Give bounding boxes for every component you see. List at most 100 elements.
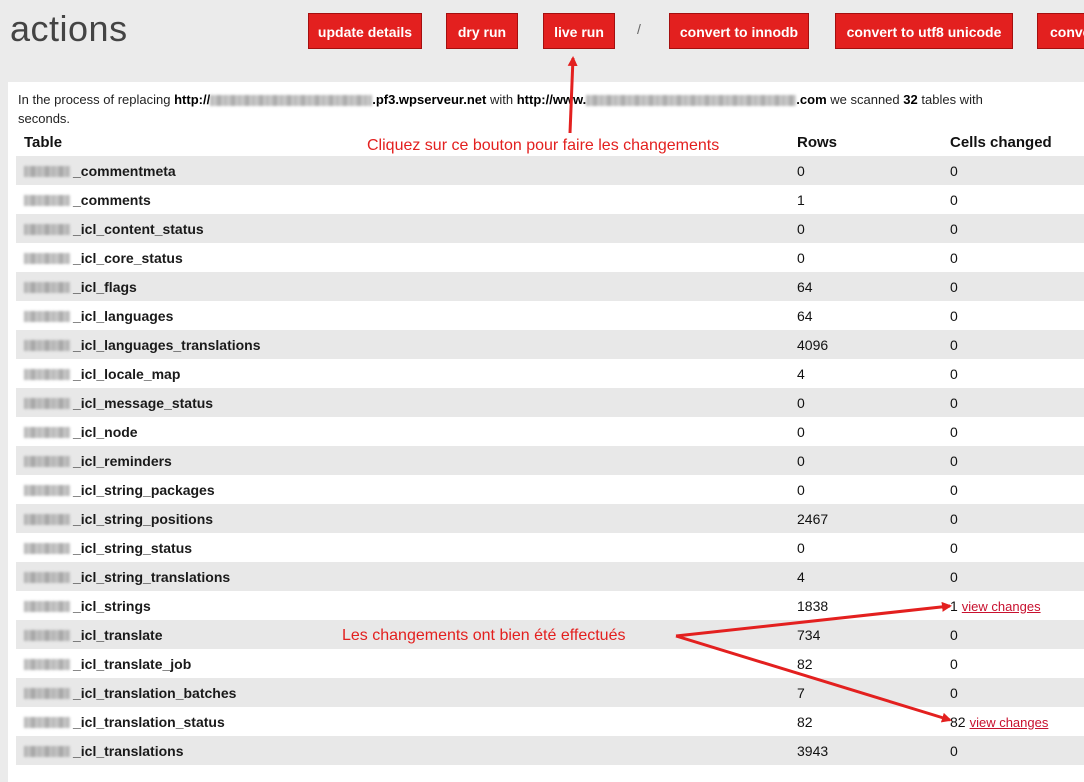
convert-innodb-button[interactable]: convert to innodb <box>669 13 809 49</box>
cells-changed-cell: 82 view changes <box>950 713 1049 730</box>
cells-changed-cell: 0 <box>950 423 958 440</box>
rows-cell: 4 <box>797 365 805 382</box>
rows-cell: 64 <box>789 272 942 301</box>
redacted-prefix <box>24 311 70 323</box>
rows-cell: 3943 <box>789 736 942 765</box>
table-row: _icl_locale_map 4 0 <box>16 359 1084 388</box>
cells-changed-cell: 0 <box>942 272 1084 301</box>
table-name-cell: _icl_string_translations <box>16 562 789 591</box>
rows-cell: 0 <box>797 539 805 556</box>
rows-cell: 0 <box>789 214 942 243</box>
rows-cell: 2467 <box>789 504 942 533</box>
redacted-to-url <box>586 95 797 107</box>
cells-changed-cell: 0 <box>942 562 1084 591</box>
live-run-button[interactable]: live run <box>543 13 615 49</box>
rows-cell: 734 <box>789 620 942 649</box>
table-name-cell: _icl_strings <box>16 591 789 620</box>
results-panel: In the process of replacing http://.pf3.… <box>8 82 1084 782</box>
table-row: _icl_flags 64 0 <box>16 272 1084 301</box>
redacted-prefix <box>24 398 70 410</box>
cells-changed-cell: 0 <box>942 214 1084 243</box>
table-name-cell: _icl_reminders <box>16 446 789 475</box>
table-name-cell: _icl_string_positions <box>16 504 789 533</box>
cells-changed-cell: 0 <box>950 481 958 498</box>
table-name-cell: _commentmeta <box>16 156 789 185</box>
rows-cell: 1 <box>797 191 805 208</box>
table-row: _icl_languages 64 0 <box>16 301 1084 330</box>
redacted-prefix <box>24 224 70 236</box>
cells-changed-cell: 0 <box>950 539 958 556</box>
table-row: _icl_core_status 0 0 <box>16 243 1084 272</box>
cells-changed-cell: 0 <box>950 365 958 382</box>
table-name-cell: _icl_translation_status <box>16 707 789 736</box>
results-table: Table Rows Cells changed _commentmeta 0 0 _… <box>16 128 1084 765</box>
table-name-cell: _icl_string_packages <box>16 475 789 504</box>
redacted-prefix <box>24 601 70 613</box>
table-row: _icl_content_status 0 0 <box>16 214 1084 243</box>
table-row: _icl_node 0 0 <box>16 417 1084 446</box>
redacted-prefix <box>24 717 70 729</box>
table-name-cell: _icl_message_status <box>16 388 789 417</box>
cells-changed-cell: 0 <box>942 388 1084 417</box>
table-name-cell: _icl_flags <box>16 272 789 301</box>
table-row: _comments 1 0 <box>16 185 1084 214</box>
cells-changed-cell: 0 <box>942 736 1084 765</box>
cells-changed-cell: 0 <box>942 446 1084 475</box>
rows-cell: 4096 <box>789 330 942 359</box>
table-name-cell: _icl_locale_map <box>16 359 789 388</box>
redacted-prefix <box>24 630 70 642</box>
rows-cell: 4 <box>789 562 942 591</box>
table-row: _icl_string_packages 0 0 <box>16 475 1084 504</box>
cells-changed-cell: 0 <box>942 330 1084 359</box>
view-changes-link[interactable]: view changes <box>970 715 1049 730</box>
cells-changed-cell: 0 <box>942 678 1084 707</box>
table-name-cell: _icl_translate_job <box>16 649 789 678</box>
table-name-cell: _icl_translations <box>16 736 789 765</box>
cells-changed-cell: 0 <box>942 156 1084 185</box>
redacted-prefix <box>24 572 70 584</box>
rows-cell: 82 <box>797 713 813 730</box>
redacted-prefix <box>24 282 70 294</box>
redacted-from-url <box>210 95 373 107</box>
table-name-cell: _icl_languages <box>16 301 789 330</box>
convert-button-truncated[interactable]: conve <box>1037 13 1084 49</box>
cells-changed-cell: 0 <box>950 655 958 672</box>
update-details-button[interactable]: update details <box>308 13 422 49</box>
table-name-cell: _icl_string_status <box>16 533 789 562</box>
table-row: _icl_string_status 0 0 <box>16 533 1084 562</box>
rows-cell: 82 <box>797 655 813 672</box>
table-row: _icl_string_positions 2467 0 <box>16 504 1084 533</box>
table-row: _icl_translation_batches 7 0 <box>16 678 1084 707</box>
convert-utf8-button[interactable]: convert to utf8 unicode <box>835 13 1013 49</box>
table-name-cell: _icl_node <box>16 417 789 446</box>
cells-changed-cell: 1 view changes <box>950 597 1041 614</box>
column-header-rows: Rows <box>797 133 838 151</box>
table-name-cell: _icl_languages_translations <box>16 330 789 359</box>
rows-cell: 0 <box>797 423 805 440</box>
rows-cell: 0 <box>797 249 805 266</box>
redacted-prefix <box>24 427 70 439</box>
redacted-prefix <box>24 253 70 265</box>
table-name-cell: _icl_translation_batches <box>16 678 789 707</box>
redacted-prefix <box>24 485 70 497</box>
table-row: _icl_translation_status 82 82 view changes <box>16 707 1084 736</box>
cells-changed-cell: 0 <box>942 504 1084 533</box>
redacted-prefix <box>24 746 70 758</box>
table-name-cell: _icl_content_status <box>16 214 789 243</box>
redacted-prefix <box>24 369 70 381</box>
table-row: _icl_strings 1838 1 view changes <box>16 591 1084 620</box>
dry-run-button[interactable]: dry run <box>446 13 518 49</box>
redacted-prefix <box>24 543 70 555</box>
button-separator: / <box>637 21 641 37</box>
rows-cell: 0 <box>789 156 942 185</box>
button-hint-annotation: Cliquez sur ce bouton pour faire les cha… <box>367 137 720 154</box>
table-row: _icl_string_translations 4 0 <box>16 562 1084 591</box>
rows-cell: 1838 <box>797 597 829 614</box>
cells-changed-cell: 0 <box>950 307 958 324</box>
redacted-prefix <box>24 514 70 526</box>
table-row: _icl_translations 3943 0 <box>16 736 1084 765</box>
redacted-prefix <box>24 659 70 671</box>
table-row: _icl_message_status 0 0 <box>16 388 1084 417</box>
view-changes-link[interactable]: view changes <box>962 599 1041 614</box>
page-title: actions <box>10 8 128 49</box>
